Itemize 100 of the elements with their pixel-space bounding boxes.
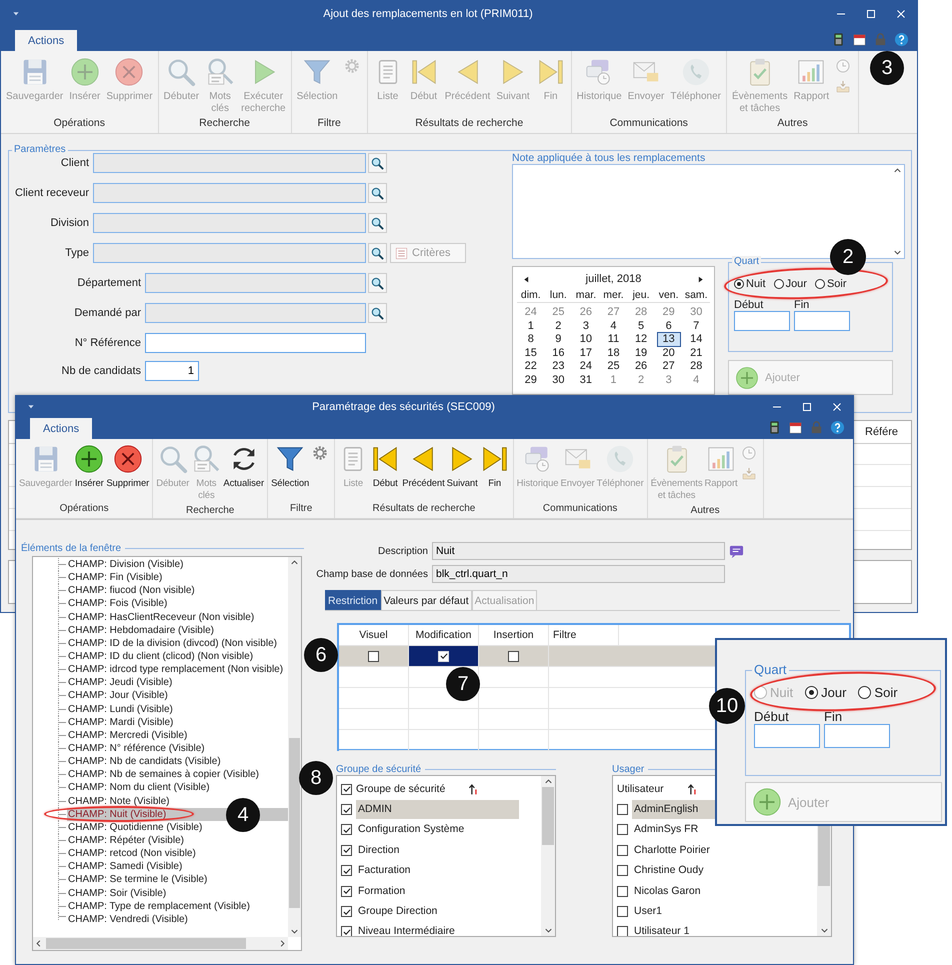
tree-item[interactable]: CHAMP: Mardi (Visible) <box>67 716 174 729</box>
calendar-day[interactable]: 20 <box>660 346 677 359</box>
tree-item[interactable]: CHAMP: Fois (Visible) <box>67 597 168 611</box>
tree-item[interactable]: CHAMP: Répéter (Visible) <box>67 834 184 848</box>
ribbon-button[interactable]: Début <box>369 443 402 491</box>
tree-item[interactable]: CHAMP: HasClientReceveur (Non visible) <box>67 610 254 624</box>
calendar-day[interactable]: 26 <box>578 306 594 318</box>
ribbon-button[interactable]: Fin <box>478 443 511 491</box>
list-item[interactable]: Christine Oudy <box>632 861 795 880</box>
radio-button[interactable]: Soir <box>814 278 847 290</box>
calendar-day[interactable]: 4 <box>608 320 619 332</box>
calendar-day[interactable]: 8 <box>526 333 536 346</box>
calendar-day[interactable]: 25 <box>550 306 566 318</box>
calendar-day[interactable]: 29 <box>522 374 539 386</box>
calendar-day[interactable]: 2 <box>636 374 646 386</box>
calendar-day[interactable]: 7 <box>691 320 702 332</box>
calendar-day[interactable]: 27 <box>605 306 622 318</box>
tree-item[interactable]: CHAMP: Nb de semaines à copier (Visible) <box>67 768 260 782</box>
radio-button[interactable]: Jour <box>774 278 807 290</box>
calendar-day[interactable]: 28 <box>688 360 704 372</box>
tree-item[interactable]: CHAMP: Fin (Visible) <box>67 571 162 584</box>
calendar-day[interactable]: 9 <box>553 333 564 346</box>
input-field[interactable]: Nuit <box>432 542 725 560</box>
calendar-day[interactable]: 19 <box>632 346 650 359</box>
tree-item[interactable]: CHAMP: fiucod (Non visible) <box>67 584 195 598</box>
ribbon-button[interactable]: Actualiser <box>222 443 266 491</box>
tree-item[interactable]: CHAMP: Lundi (Visible) <box>67 702 173 716</box>
tree-item[interactable]: CHAMP: ID du client (clicod) (Non visible) <box>67 650 254 664</box>
calendar-day[interactable]: 1 <box>608 374 619 386</box>
calendar-day[interactable]: 4 <box>691 374 702 386</box>
calendar-day[interactable]: 29 <box>660 306 677 318</box>
ribbon-button[interactable]: Suivant <box>446 443 479 491</box>
list-item[interactable]: Niveau Intermédiaire <box>356 922 519 936</box>
calendar-day[interactable]: 11 <box>606 333 622 346</box>
list-item[interactable]: Direction <box>356 840 519 860</box>
list-item[interactable]: User1 <box>632 902 795 922</box>
ribbon-button[interactable]: Précédent <box>401 443 446 491</box>
ribbon-button[interactable]: Insérer <box>73 443 106 491</box>
calendar-day[interactable]: 22 <box>522 360 539 372</box>
calendar-day[interactable]: 6 <box>664 320 674 332</box>
list-item[interactable]: Utilisateur 1 <box>632 922 795 936</box>
tree-item[interactable]: CHAMP: Mercredi (Visible) <box>67 728 188 742</box>
calendar[interactable]: juillet, 2018 dim. lun. mar. mer. jeu. ven. sam. 24 25 26 27 28 29 30 1 2 3 4 5 6 7 8 9 10 11 12 13 14 15 16 17 18 19 20 21 22 23 24 25 26 27 28 29 30 31 1 2 3 4 <box>512 266 715 395</box>
calendar-day[interactable]: 28 <box>632 306 650 318</box>
list-item[interactable]: Charlotte Poirier <box>632 840 795 860</box>
radio-button[interactable]: Soir <box>858 685 898 700</box>
list-item[interactable]: ADMIN <box>356 800 519 820</box>
tree-item[interactable]: CHAMP: Nom du client (Visible) <box>67 781 210 795</box>
calendar-day[interactable]: 21 <box>688 346 704 359</box>
calendar-day[interactable]: 18 <box>605 346 622 359</box>
tree-item[interactable]: CHAMP: Jeudi (Visible) <box>67 676 172 690</box>
calendar-day[interactable]: 10 <box>578 333 594 346</box>
calendar-day[interactable]: 30 <box>550 374 566 386</box>
calendar-day[interactable]: 26 <box>632 360 650 372</box>
list-item[interactable]: Configuration Système <box>356 820 519 840</box>
ribbon-button[interactable]: Supprimer <box>105 443 150 491</box>
tree-item[interactable]: CHAMP: Jour (Visible) <box>67 689 168 703</box>
tree-item[interactable]: CHAMP: Type de remplacement (Visible) <box>67 900 250 913</box>
ribbon-button[interactable]: Sélection <box>270 443 310 491</box>
tree-item[interactable]: CHAMP: Division (Visible) <box>67 558 184 572</box>
calendar-day[interactable]: 15 <box>522 346 539 359</box>
tree-item[interactable]: CHAMP: Hebdomadaire (Visible) <box>67 624 214 637</box>
list-item[interactable]: Nicolas Garon <box>632 882 795 901</box>
list-item[interactable]: Formation <box>356 882 519 901</box>
tree-item[interactable]: CHAMP: Se termine le (Visible) <box>67 873 208 887</box>
tab[interactable]: Actions <box>30 418 92 439</box>
tree-item[interactable]: CHAMP: retcod (Non visible) <box>67 847 196 860</box>
calendar-day[interactable]: 16 <box>550 346 566 359</box>
input-field[interactable]: blk_ctrl.quart_n <box>432 565 725 583</box>
tab[interactable]: Restriction <box>325 590 381 610</box>
tab[interactable]: Actions <box>15 30 78 51</box>
calendar-day[interactable]: 25 <box>605 360 622 372</box>
input-field[interactable]: 1 <box>145 361 199 381</box>
calendar-day[interactable]: 31 <box>578 374 594 386</box>
tree-item[interactable]: CHAMP: Nb de candidats (Visible) <box>67 755 221 768</box>
radio-button[interactable]: Nuit <box>734 278 766 290</box>
calendar-day[interactable]: 12 <box>632 333 650 346</box>
radio-button[interactable]: Jour <box>805 685 846 700</box>
calendar-day[interactable]: 5 <box>636 320 646 332</box>
calendar-day[interactable]: 3 <box>580 320 591 332</box>
calendar-day[interactable]: 17 <box>578 346 594 359</box>
calendar-day[interactable]: 27 <box>660 360 677 372</box>
list-item[interactable]: Facturation <box>356 861 519 880</box>
tree-item[interactable]: CHAMP: Quotidienne (Visible) <box>67 820 202 834</box>
list-item[interactable]: Groupe Direction <box>356 902 519 922</box>
tree-item[interactable]: CHAMP: Soir (Visible) <box>67 886 166 900</box>
tab[interactable]: Valeurs par défaut <box>380 590 472 610</box>
tree-item[interactable]: CHAMP: Samedi (Visible) <box>67 860 182 874</box>
calendar-day[interactable]: 14 <box>688 333 704 346</box>
tree-item[interactable]: CHAMP: Vendredi (Visible) <box>67 912 188 926</box>
tree-item[interactable]: CHAMP: Note (Visible) <box>67 794 170 808</box>
tree-item[interactable]: CHAMP: ID de la division (divcod) (Non visible) <box>67 636 277 650</box>
calendar-day[interactable]: 24 <box>522 306 539 318</box>
calendar-day[interactable]: 1 <box>526 320 536 332</box>
tree-item[interactable]: CHAMP: N° référence (Visible) <box>67 742 205 756</box>
calendar-day[interactable]: 24 <box>578 360 594 372</box>
calendar-day[interactable]: 2 <box>553 320 564 332</box>
calendar-day[interactable]: 30 <box>688 306 704 318</box>
calendar-day[interactable]: 23 <box>550 360 566 372</box>
calendar-day[interactable]: 13 <box>658 333 680 346</box>
